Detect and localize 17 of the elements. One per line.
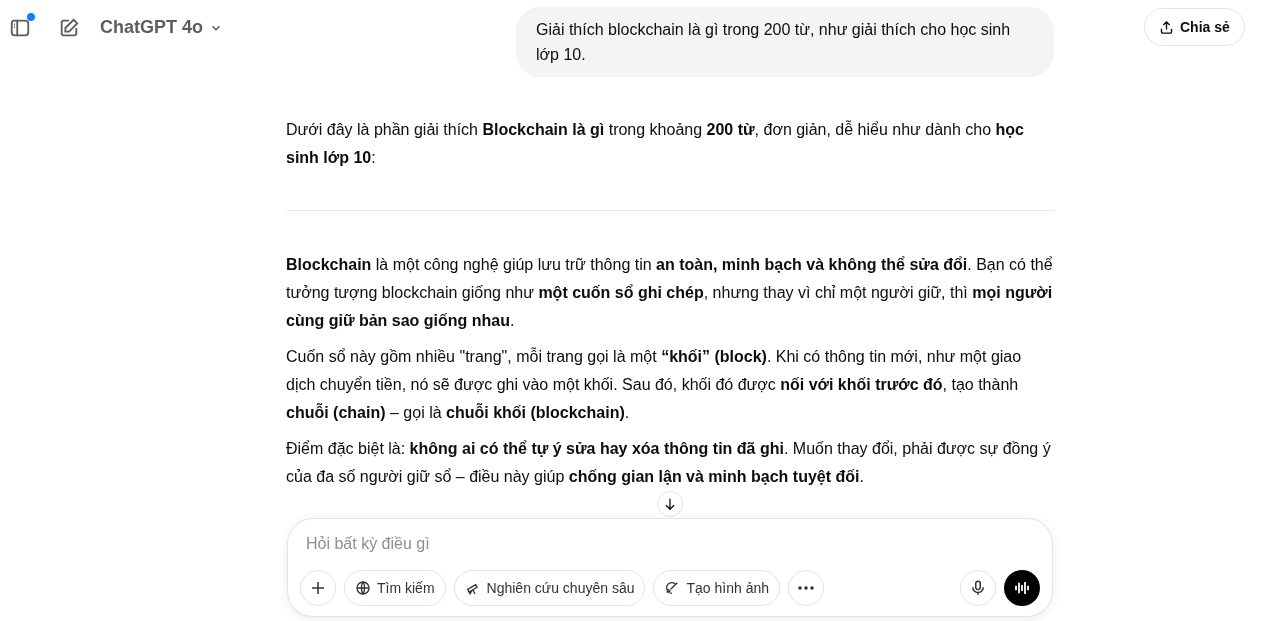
response-paragraph: Điểm đặc biệt là: không ai có thể tự ý sửa hay xóa thông tin đã ghi. Muốn thay đổi, phải được sự đồng ý của đa số người giữ sổ – điều này giúp chống gian lận và minh bạch tuyệt đối. [286,439,1052,487]
plus-icon [309,579,327,597]
response-paragraph: Cuốn sổ này gồm nhiều "trang", mỗi trang gọi là một “khối” (block). Khi có thông tin mới, như một giao dịch chuyển tiền, nó sẽ được ghi vào một khối. Sau đó, khối đó được nối với khối trước đó, tạo thành chuỗi (chain) – gọi là chuỗi khối (blockchain). [286,346,1023,423]
message-input[interactable]: Hỏi bất kỳ điều gì [306,529,1046,559]
more-icon [798,586,814,590]
model-selector[interactable]: ChatGPT 4o [100,14,223,41]
scroll-down-button[interactable] [657,491,683,517]
composer[interactable]: Hỏi bất kỳ điều gì Tìm kiếm Nghiên cứu chuyên sâu Tạo hình ảnh [287,518,1053,617]
user-message: Giải thích blockchain là gì trong 200 từ, như giải thích cho học sinh lớp 10. [516,7,1054,77]
response-paragraph: Dưới đây là phần giải thích Blockchain là gì trong khoảng 200 từ, đơn giản, dễ hiểu như dành cho học sinh lớp 10: [286,119,1025,168]
new-chat-icon[interactable] [58,16,80,39]
voice-mode-button[interactable] [1004,570,1040,606]
microphone-icon [969,579,987,597]
response-paragraph: Blockchain là một công nghệ giúp lưu trữ thông tin an toàn, minh bạch và không thể sửa đổi. Bạn có thể tưởng tượng blockchain giống như một cuốn sổ ghi chép, nhưng thay vì chỉ một người giữ, thì mọi người cùng giữ bản sao giống nhau. [286,255,1054,331]
waveform-icon [1013,579,1031,597]
share-icon [1159,19,1174,35]
globe-icon [355,580,371,596]
